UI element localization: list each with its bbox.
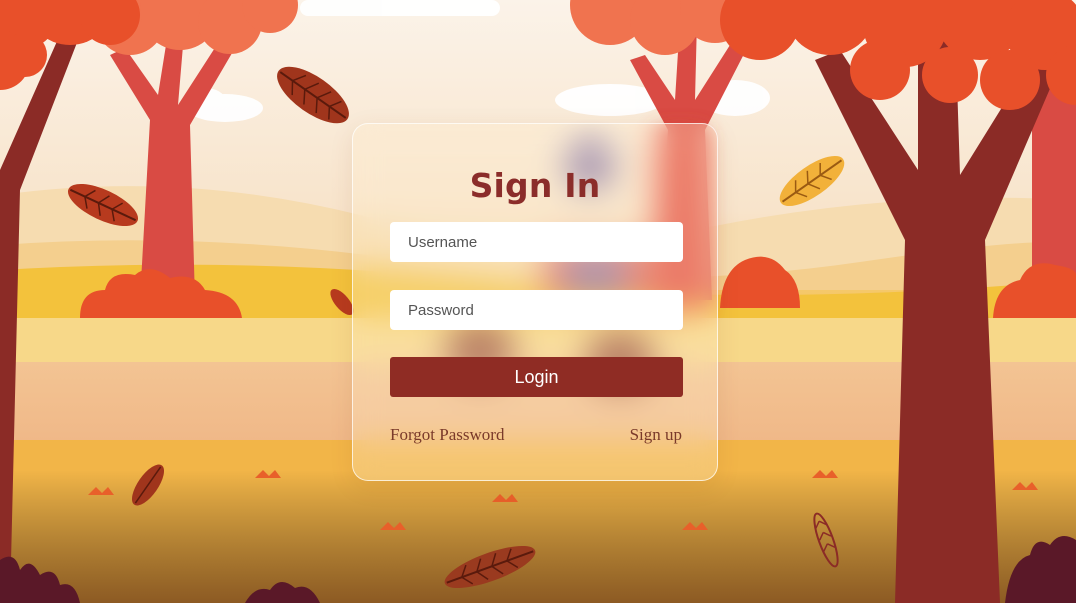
- signup-link[interactable]: Sign up: [630, 424, 682, 446]
- forgot-password-link[interactable]: Forgot Password: [390, 424, 504, 446]
- page-title: Sign In: [469, 166, 601, 205]
- username-input[interactable]: [390, 222, 683, 262]
- password-input[interactable]: [390, 290, 683, 330]
- login-card: Sign In Login Forgot Password Sign up: [352, 123, 718, 481]
- login-button[interactable]: Login: [390, 357, 683, 397]
